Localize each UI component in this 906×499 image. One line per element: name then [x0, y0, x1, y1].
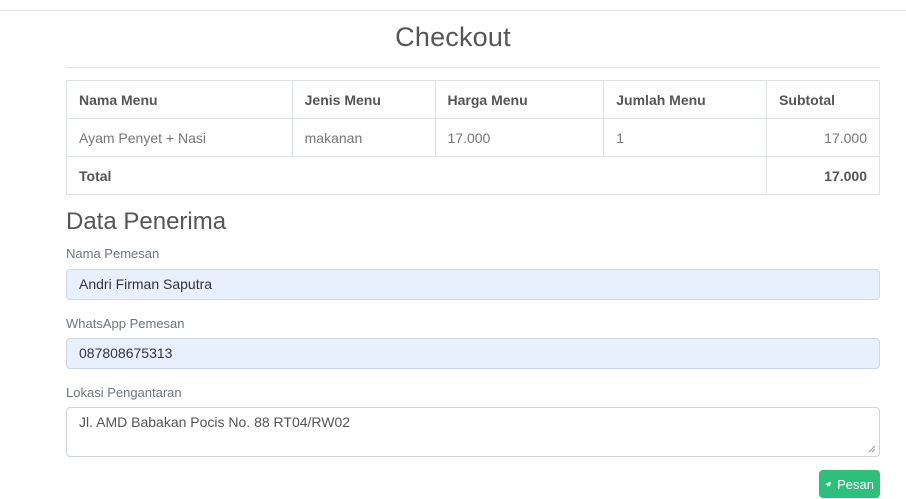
pesan-button-label: Pesan: [837, 476, 874, 492]
whatsapp-field[interactable]: 087808675313: [66, 338, 880, 369]
header-nama-menu: Nama Menu: [66, 80, 293, 119]
table-row: Ayam Penyet + Nasi makanan 17.000 1 17.0…: [66, 118, 880, 157]
top-divider: [0, 10, 906, 11]
location-textarea[interactable]: Jl. AMD Babakan Pocis No. 88 RT04/RW02: [66, 407, 880, 457]
header-jumlah-menu: Jumlah Menu: [603, 80, 768, 119]
cell-nama-menu: Ayam Penyet + Nasi: [66, 118, 293, 157]
location-label: Lokasi Pengantaran: [66, 385, 182, 400]
header-subtotal: Subtotal: [766, 80, 880, 119]
name-label: Nama Pemesan: [66, 246, 160, 261]
title-divider: [66, 67, 880, 68]
cell-harga-menu: 17.000: [434, 118, 605, 157]
table-header-row: Nama Menu Jenis Menu Harga Menu Jumlah M…: [66, 80, 880, 119]
cell-subtotal: 17.000: [766, 118, 880, 157]
page-title: Checkout: [395, 22, 511, 52]
resize-grip-icon[interactable]: [868, 445, 876, 453]
total-label: Total: [65, 156, 768, 195]
name-field[interactable]: Andri Firman Saputra: [66, 269, 880, 300]
paper-plane-icon: [825, 481, 831, 487]
pesan-button[interactable]: Pesan: [819, 470, 880, 498]
total-value: 17.000: [766, 156, 880, 195]
cell-jenis-menu: makanan: [291, 118, 436, 157]
cell-jumlah-menu: 1: [603, 118, 768, 157]
order-table: Nama Menu Jenis Menu Harga Menu Jumlah M…: [65, 80, 880, 195]
header-jenis-menu: Jenis Menu: [291, 80, 436, 119]
whatsapp-label: WhatsApp Pemesan: [66, 316, 185, 331]
location-text: Jl. AMD Babakan Pocis No. 88 RT04/RW02: [79, 414, 351, 430]
total-row: Total 17.000: [65, 156, 880, 195]
header-harga-menu: Harga Menu: [434, 80, 605, 119]
recipient-section-title: Data Penerima: [66, 208, 227, 235]
